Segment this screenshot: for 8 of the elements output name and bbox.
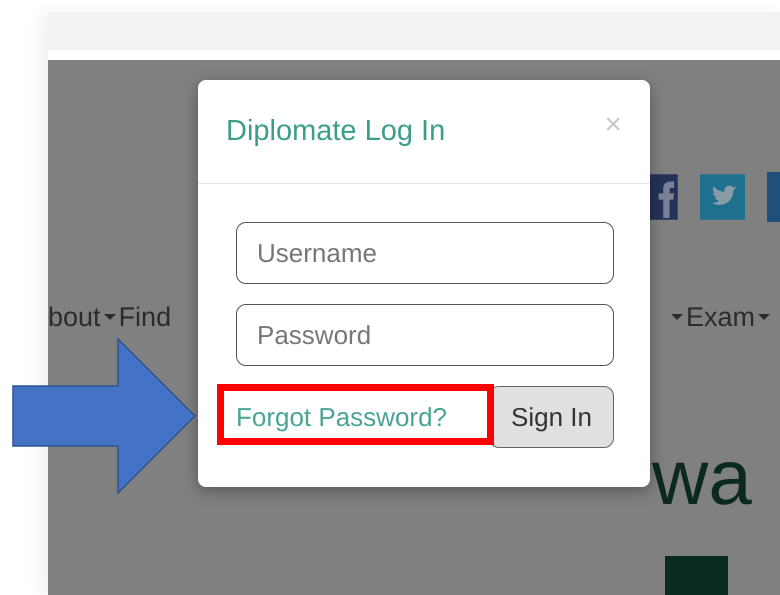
page-heading: wa	[652, 432, 752, 522]
forgot-password-link[interactable]: Forgot Password?	[236, 396, 457, 438]
input-field[interactable]: Password	[236, 304, 614, 366]
nav-link[interactable]: Find	[118, 302, 172, 333]
input-field[interactable]: Username	[236, 222, 614, 284]
nav-link[interactable]: Exam	[686, 302, 755, 333]
nav-link[interactable]: bout	[48, 302, 101, 333]
dialog-title: Diplomate Log In	[226, 115, 446, 148]
